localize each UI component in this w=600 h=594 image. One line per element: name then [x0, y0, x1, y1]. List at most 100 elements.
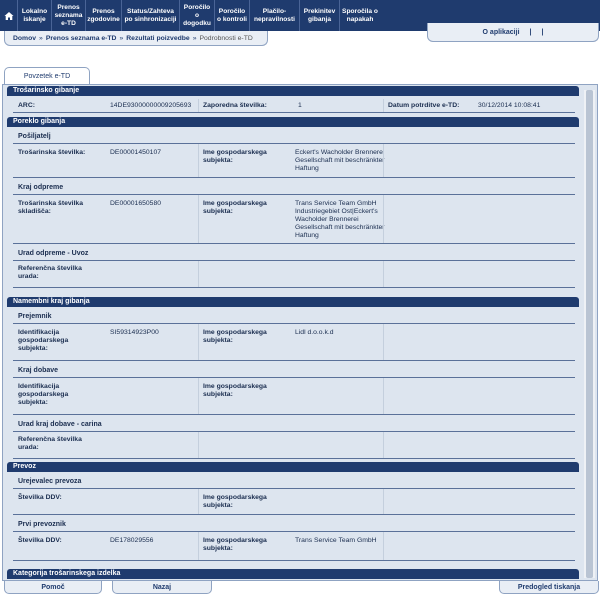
nav-label: Lokalno iskanje — [21, 7, 48, 23]
consignor-name-value: Eckert's Wacholder Brennerei Gesellschaf… — [295, 149, 385, 172]
section-header-movement: Trošarinsko gibanje — [7, 86, 579, 96]
consignee-name-value: Lidl d.o.o.k.d — [295, 329, 334, 336]
divider — [198, 378, 199, 414]
details-content: Trošarinsko gibanje ARC: 14DE93000000009… — [7, 86, 579, 579]
delivery-id-label: Identifikacija gospodarskega subjekta: — [18, 383, 69, 406]
arranger-name-label: Ime gospodarskega subjekta: — [203, 494, 267, 509]
consignor-subheading: Pošiljatelj — [18, 133, 51, 140]
divider — [383, 324, 384, 360]
consignee-subheading: Prejemnik — [18, 313, 52, 320]
consignor-name-label: Ime gospodarskega subjekta: — [203, 149, 267, 164]
divider — [383, 432, 384, 458]
divider — [383, 378, 384, 414]
divider — [383, 99, 384, 112]
divider — [198, 99, 199, 112]
nav-prekinitev-gibanja[interactable]: Prekinitev gibanja — [300, 0, 340, 31]
section-header-destination: Namembni kraj gibanja — [7, 297, 579, 307]
delivery-office-subheading: Urad kraj dobave - carina — [18, 421, 102, 428]
nav-label: Prekinitev gibanja — [303, 7, 336, 23]
delivery-name-label: Ime gospodarskega subjekta: — [203, 383, 267, 398]
nav-label: Prenos zgodovine — [87, 7, 120, 23]
back-button[interactable]: Nazaj — [112, 581, 212, 594]
breadcrumb-list[interactable]: Prenos seznama e-TD — [46, 35, 117, 42]
section-header-origin: Poreklo gibanja — [7, 117, 579, 127]
divider — [198, 195, 199, 243]
nav-prenos-seznama[interactable]: Prenos seznama e-TD — [52, 0, 86, 31]
consignee-id-label: Identifikacija gospodarskega subjekta: — [18, 329, 69, 352]
nav-label: Status/Zahteva po sinhronizaciji — [124, 7, 177, 23]
dispatch-name-label: Ime gospodarskega subjekta: — [203, 200, 267, 215]
delivery-row: Identifikacija gospodarskega subjekta: I… — [13, 377, 575, 415]
consignee-row: Identifikacija gospodarskega subjekta: S… — [13, 323, 575, 361]
divider — [198, 432, 199, 458]
consignee-name-label: Ime gospodarskega subjekta: — [203, 329, 267, 344]
divider — [198, 532, 199, 560]
nav-label: Poročilo o dogodku — [183, 3, 211, 27]
divider — [383, 489, 384, 514]
home-icon[interactable] — [0, 0, 18, 31]
seq-label: Zaporedna številka: — [203, 102, 267, 109]
dispatch-office-ref-label: Referenčna številka urada: — [18, 265, 82, 280]
breadcrumb: Domov » Prenos seznama e-TD » Rezultati … — [4, 31, 268, 46]
breadcrumb-current: Podrobnosti e-TD — [199, 34, 253, 42]
breadcrumb-separator: » — [192, 34, 197, 42]
date-label: Datum potrditve e-TD: — [388, 102, 460, 109]
breadcrumb-separator: » — [39, 34, 43, 42]
top-navigation-bar: Lokalno iskanje Prenos seznama e-TD Pren… — [0, 0, 392, 31]
nav-status-zahteva[interactable]: Status/Zahteva po sinhronizaciji — [122, 0, 180, 31]
arranger-subheading: Urejevalec prevoza — [18, 478, 82, 485]
first-vat-value: DE178029556 — [110, 537, 154, 544]
help-button-label: Pomoč — [41, 583, 65, 591]
tab-povzetek[interactable]: Povzetek e-TD — [4, 67, 90, 85]
scrollbar[interactable] — [584, 90, 595, 578]
first-carrier-row: Številka DDV: DE178029556 Ime gospodarsk… — [13, 531, 575, 561]
divider — [383, 144, 384, 177]
consignor-excise-label: Trošarinska številka: — [18, 149, 86, 156]
nav-label: Prenos seznama e-TD — [54, 3, 83, 27]
dispatch-office-subheading: Urad odpreme - Uvoz — [18, 250, 89, 257]
nav-prenos-zgodovine[interactable]: Prenos zgodovine — [86, 0, 122, 31]
arc-row: ARC: 14DE93000000009205693 Zaporedna šte… — [13, 99, 575, 113]
dispatch-subheading: Kraj odpreme — [18, 184, 64, 191]
divider — [198, 324, 199, 360]
breadcrumb-separator: » — [119, 34, 124, 42]
delivery-office-ref-label: Referenčna številka urada: — [18, 436, 82, 451]
arranger-row: Številka DDV: Ime gospodarskega subjekta… — [13, 488, 575, 515]
breadcrumb-results[interactable]: Rezultati poizvedbe — [126, 35, 189, 42]
help-button[interactable]: Pomoč — [4, 581, 102, 594]
nav-label: Poročilo o kontroli — [216, 7, 248, 23]
print-preview-button[interactable]: Predogled tiskanja — [499, 581, 599, 594]
divider — [383, 195, 384, 243]
first-vat-label: Številka DDV: — [18, 537, 62, 544]
breadcrumb-home[interactable]: Domov — [13, 35, 36, 42]
section-header-category: Kategorija trošarinskega izdelka — [7, 569, 579, 579]
divider — [198, 261, 199, 287]
about-box: O aplikaciji | | — [427, 23, 599, 42]
nav-placilo-nepravilnosti[interactable]: Plačilo-nepravilnosti — [250, 0, 300, 31]
about-separator: | — [541, 28, 544, 36]
scrollbar-thumb[interactable] — [586, 90, 593, 578]
seq-value: 1 — [298, 102, 302, 109]
tab-label: Povzetek e-TD — [23, 73, 71, 80]
about-separator: | — [529, 28, 532, 36]
consignor-excise-value: DE00001450107 — [110, 149, 162, 156]
nav-porocilo-dogodek[interactable]: Poročilo o dogodku — [180, 0, 215, 31]
divider — [198, 489, 199, 514]
nav-label: Sporočila o napakah — [342, 7, 378, 23]
date-value: 30/12/2014 10:08:41 — [478, 102, 541, 109]
nav-lokalno-iskanje[interactable]: Lokalno iskanje — [18, 0, 52, 31]
delivery-subheading: Kraj dobave — [18, 367, 59, 374]
arranger-vat-label: Številka DDV: — [18, 494, 62, 501]
print-preview-label: Predogled tiskanja — [517, 583, 581, 591]
dispatch-row: Trošarinska številka skladišča: DE000016… — [13, 194, 575, 244]
arc-label: ARC: — [18, 102, 35, 109]
dispatch-excise-label: Trošarinska številka skladišča: — [18, 200, 83, 215]
delivery-office-row: Referenčna številka urada: — [13, 431, 575, 459]
nav-porocilo-kontrola[interactable]: Poročilo o kontroli — [215, 0, 250, 31]
dispatch-name-value: Trans Service Team GmbH Industriegebiet … — [295, 200, 385, 239]
nav-sporocila-napake[interactable]: Sporočila o napakah — [340, 0, 380, 31]
section-header-transport: Prevoz — [7, 462, 579, 472]
consignor-row: Trošarinska številka: DE00001450107 Ime … — [13, 143, 575, 178]
about-link[interactable]: O aplikaciji — [483, 29, 520, 36]
back-button-label: Nazaj — [152, 583, 172, 591]
